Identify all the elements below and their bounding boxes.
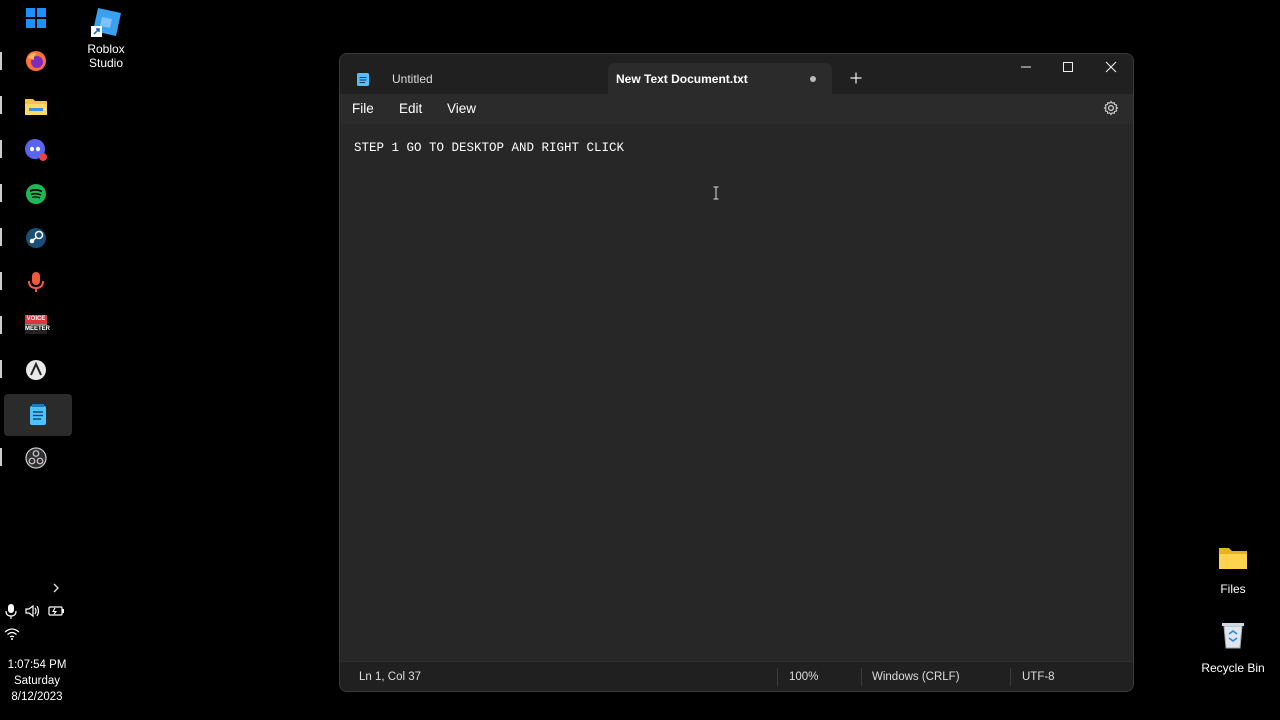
menu-file[interactable]: File bbox=[352, 101, 374, 116]
running-indicator bbox=[0, 448, 2, 466]
taskbar: VOICE MEETER 1:07:54 PM Saturday 8/12/20… bbox=[0, 0, 74, 720]
clock-time: 1:07:54 PM bbox=[7, 659, 67, 671]
settings-button[interactable] bbox=[1103, 100, 1121, 118]
zoom-level[interactable]: 100% bbox=[789, 671, 818, 683]
voicemeeter-icon: VOICE MEETER bbox=[25, 315, 51, 337]
document-text: STEP 1 GO TO DESKTOP AND RIGHT CLICK bbox=[354, 141, 625, 155]
chevron-right-icon bbox=[53, 583, 59, 593]
notepad-icon bbox=[357, 72, 369, 86]
running-indicator bbox=[0, 228, 2, 246]
maximize-button[interactable] bbox=[1046, 54, 1090, 80]
taskbar-steam[interactable] bbox=[14, 220, 58, 256]
discord-icon bbox=[25, 139, 47, 161]
microphone-icon bbox=[5, 604, 17, 619]
unsaved-dot-icon[interactable] bbox=[810, 76, 816, 82]
text-cursor-icon bbox=[713, 186, 719, 200]
running-indicator bbox=[0, 360, 2, 378]
close-button[interactable] bbox=[1089, 54, 1133, 80]
running-indicator bbox=[0, 184, 2, 202]
desktop-icon-label-line: Studio bbox=[88, 56, 124, 70]
volume-tray-button[interactable] bbox=[24, 603, 42, 619]
firefox-icon bbox=[26, 51, 46, 71]
taskbar-notepad[interactable] bbox=[4, 394, 72, 436]
voicemeeter-logo-top: VOICE bbox=[25, 315, 47, 324]
minimize-icon bbox=[1021, 66, 1031, 68]
cursor-position: Ln 1, Col 37 bbox=[359, 671, 422, 683]
spotify-icon bbox=[26, 184, 46, 204]
desktop-icon-label: Recycle Bin bbox=[1201, 661, 1265, 675]
desktop-icon-roblox-studio[interactable]: Roblox Studio bbox=[80, 5, 132, 70]
plus-icon bbox=[850, 72, 862, 84]
line-ending[interactable]: Windows (CRLF) bbox=[872, 671, 960, 683]
menu-view[interactable]: View bbox=[447, 101, 476, 116]
microphone-icon bbox=[28, 272, 44, 292]
windows-start-button[interactable] bbox=[14, 0, 58, 36]
folder-icon bbox=[25, 99, 47, 115]
battery-tray-button[interactable] bbox=[47, 603, 67, 619]
maximize-icon bbox=[1063, 62, 1073, 72]
clock-day: Saturday bbox=[13, 675, 61, 687]
status-bar: Ln 1, Col 37 100% Windows (CRLF) UTF-8 bbox=[340, 661, 1133, 691]
close-icon bbox=[1105, 61, 1117, 73]
taskbar-voicemeeter[interactable]: VOICE MEETER bbox=[14, 308, 58, 344]
microphone-tray-button[interactable] bbox=[4, 603, 18, 619]
menu-bar: File Edit View bbox=[340, 94, 1133, 124]
minimize-button[interactable] bbox=[1004, 54, 1048, 80]
notepad-icon bbox=[30, 404, 46, 425]
running-indicator bbox=[0, 272, 2, 290]
new-tab-button[interactable] bbox=[844, 66, 868, 90]
tab-new-text-document[interactable]: New Text Document.txt bbox=[608, 63, 832, 94]
folder-icon bbox=[1219, 548, 1247, 569]
voicemeeter-logo-bottom: MEETER bbox=[25, 324, 51, 334]
recycle-bin-icon bbox=[1222, 623, 1244, 649]
wifi-icon bbox=[4, 628, 20, 640]
obs-icon bbox=[25, 447, 47, 469]
running-indicator bbox=[0, 52, 2, 70]
running-indicator bbox=[0, 140, 2, 158]
text-editor[interactable]: STEP 1 GO TO DESKTOP AND RIGHT CLICK bbox=[340, 124, 1133, 661]
desktop-icon-label: Files bbox=[1220, 582, 1246, 596]
taskbar-firefox[interactable] bbox=[14, 43, 58, 79]
wifi-tray-button[interactable] bbox=[4, 626, 20, 642]
taskbar-discord[interactable] bbox=[14, 132, 58, 168]
gear-icon bbox=[1103, 100, 1119, 116]
roblox-studio-icon bbox=[91, 8, 121, 37]
title-bar[interactable]: Untitled New Text Document.txt bbox=[340, 54, 1133, 94]
taskbar-file-explorer[interactable] bbox=[14, 88, 58, 124]
windows-logo-icon bbox=[26, 8, 46, 28]
show-hidden-icons-button[interactable] bbox=[48, 580, 64, 596]
tab-label: New Text Document.txt bbox=[616, 71, 748, 86]
clock-date: 8/12/2023 bbox=[11, 691, 63, 703]
status-divider bbox=[777, 668, 778, 686]
taskbar-app-a[interactable] bbox=[14, 352, 58, 388]
steam-icon bbox=[26, 228, 46, 248]
status-divider bbox=[861, 668, 862, 686]
taskbar-clock[interactable]: 1:07:54 PM Saturday 8/12/2023 bbox=[0, 657, 74, 705]
tab-label: Untitled bbox=[392, 71, 433, 86]
menu-edit[interactable]: Edit bbox=[399, 101, 422, 116]
tab-untitled[interactable]: Untitled bbox=[348, 63, 608, 94]
running-indicator bbox=[0, 316, 2, 334]
desktop-icon-recycle-bin[interactable]: Recycle Bin bbox=[1200, 620, 1266, 675]
taskbar-microphone-app[interactable] bbox=[14, 264, 58, 300]
taskbar-spotify[interactable] bbox=[14, 176, 58, 212]
notepad-window: Untitled New Text Document.txt File Edit… bbox=[339, 53, 1134, 692]
encoding[interactable]: UTF-8 bbox=[1022, 671, 1055, 683]
status-divider bbox=[1010, 668, 1011, 686]
desktop-icon-label: Roblox Studio bbox=[80, 42, 132, 70]
desktop-icon-files[interactable]: Files bbox=[1204, 545, 1262, 596]
battery-charging-icon bbox=[48, 606, 64, 616]
speaker-icon bbox=[25, 604, 40, 618]
desktop-icon-label-line: Roblox bbox=[87, 42, 125, 56]
taskbar-obs[interactable] bbox=[14, 440, 58, 476]
running-indicator bbox=[0, 96, 2, 114]
caret-logo-icon bbox=[26, 360, 46, 380]
